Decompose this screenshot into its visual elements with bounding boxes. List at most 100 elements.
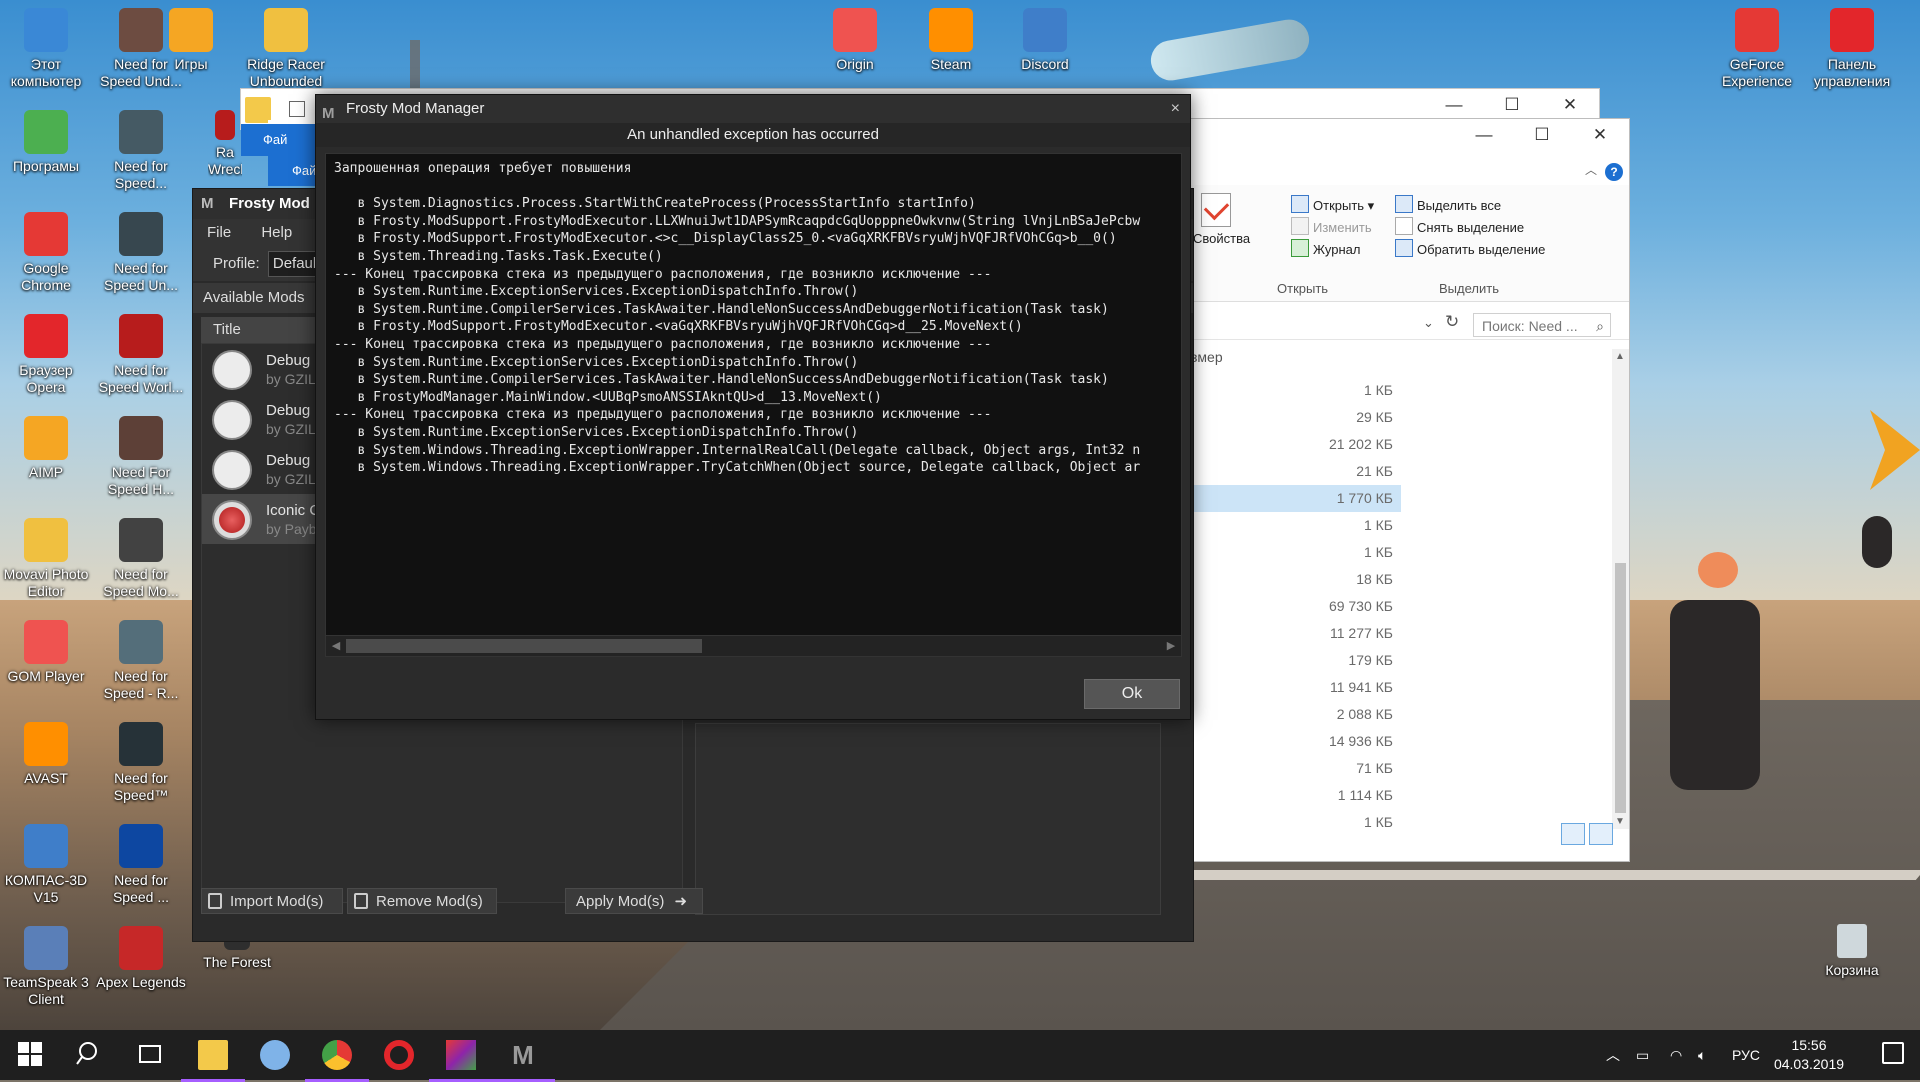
scrollbar-thumb[interactable] (346, 639, 702, 653)
desktop-icon-programs[interactable]: Програмы (0, 110, 92, 175)
close-button[interactable]: ✕ (1541, 89, 1599, 121)
details-view-icon[interactable] (1561, 823, 1585, 845)
file-size-cell[interactable]: 11 277 КБ (1191, 620, 1401, 647)
file-explorer-icon[interactable] (181, 1040, 245, 1082)
select-all-button[interactable]: Выделить все (1395, 195, 1501, 213)
desktop-icon-avast[interactable]: AVAST (0, 722, 92, 787)
desktop-icon-nfs[interactable]: Need for Speed Mo... (95, 518, 187, 600)
desktop-icon-nfs[interactable]: Need for Speed™ (95, 722, 187, 804)
search-icon[interactable] (76, 1040, 106, 1070)
ribbon-collapse-icon[interactable]: ︿ (1585, 161, 1597, 178)
remove-mods-button[interactable]: Remove Mod(s) (347, 888, 497, 914)
paint-icon[interactable] (260, 1040, 290, 1070)
file-size-cell[interactable]: 69 730 КБ (1191, 593, 1401, 620)
task-view-icon[interactable] (136, 1040, 166, 1070)
desktop-icon-opera[interactable]: Браузер Opera (0, 314, 92, 396)
search-input[interactable]: Поиск: Need ... ⌕ (1473, 313, 1611, 337)
desktop-icon-games[interactable]: Игры (145, 8, 237, 73)
close-button[interactable]: ✕ (1571, 119, 1629, 151)
file-size-cell[interactable]: 1 770 КБ (1191, 485, 1401, 512)
desktop-icon-computer[interactable]: Этот компьютер (0, 8, 92, 90)
desktop-icon-kompas[interactable]: КОМПАС-3D V15 (0, 824, 92, 906)
desktop-icon-geforce[interactable]: GeForce Experience (1711, 8, 1803, 90)
invert-selection-button[interactable]: Обратить выделение (1395, 239, 1545, 257)
horizontal-scrollbar[interactable]: ◀ ▶ (325, 635, 1182, 657)
opera-icon[interactable] (384, 1040, 414, 1070)
desktop-icon-nfs[interactable]: Need for Speed Worl... (95, 314, 187, 396)
journal-button[interactable]: Журнал (1291, 239, 1360, 257)
desktop-icon-apex[interactable]: Apex Legends (95, 926, 187, 991)
desktop-icon-steam[interactable]: Steam (905, 8, 997, 73)
frosty-taskbar-icon[interactable]: M (491, 1040, 555, 1082)
exception-dialog[interactable]: M Frosty Mod Manager × An unhandled exce… (315, 94, 1191, 720)
volume-icon[interactable]: 🔈︎ (1698, 1030, 1706, 1080)
file-size-cell[interactable]: 1 КБ (1191, 539, 1401, 566)
desktop-icon-nfs[interactable]: Need for Speed Un... (95, 212, 187, 294)
maximize-button[interactable]: ☐ (1513, 119, 1571, 151)
file-size-cell[interactable]: 179 КБ (1191, 647, 1401, 674)
file-size-cell[interactable]: 1 КБ (1191, 512, 1401, 539)
file-size-cell[interactable]: 21 КБ (1191, 458, 1401, 485)
file-size-cell[interactable]: 14 936 КБ (1191, 728, 1401, 755)
ok-button[interactable]: Ok (1084, 679, 1180, 709)
import-mods-button[interactable]: Import Mod(s) (201, 888, 343, 914)
scroll-up-icon[interactable]: ▲ (1615, 351, 1625, 362)
desktop-icon-nfs[interactable]: Need for Speed ... (95, 824, 187, 906)
file-size-cell[interactable]: 18 КБ (1191, 566, 1401, 593)
file-size-cell[interactable]: 29 КБ (1191, 404, 1401, 431)
file-size-cell[interactable]: 71 КБ (1191, 755, 1401, 782)
help-icon[interactable]: ? (1605, 163, 1623, 181)
file-size-cell[interactable]: 21 202 КБ (1191, 431, 1401, 458)
desktop-icon-nfs[interactable]: Need for Speed - R... (95, 620, 187, 702)
desktop-icon-aimp[interactable]: AIMP (0, 416, 92, 481)
file-size-cell[interactable]: 2 088 КБ (1191, 701, 1401, 728)
tiles-view-icon[interactable] (1589, 823, 1613, 845)
minimize-button[interactable]: — (1455, 119, 1513, 151)
wifi-icon[interactable]: ◠ (1670, 1030, 1682, 1080)
desktop-icon-control-panel[interactable]: Панель управления (1806, 8, 1898, 90)
open-button[interactable]: Открыть ▾ (1291, 195, 1374, 214)
refresh-icon[interactable]: ↻ (1445, 312, 1459, 332)
desktop-icon-movavi[interactable]: Movavi Photo Editor (0, 518, 92, 600)
desktop-icon-nfs[interactable]: Need For Speed H... (95, 416, 187, 498)
scroll-down-icon[interactable]: ▼ (1615, 816, 1625, 827)
file-size-cell[interactable]: 1 КБ (1191, 377, 1401, 404)
scrollbar-thumb[interactable] (1615, 563, 1626, 813)
explorer-file-tab[interactable]: Фай (241, 124, 319, 156)
menu-help[interactable]: Help (261, 224, 292, 241)
desktop-icon-discord[interactable]: Discord (999, 8, 1091, 73)
notification-icon[interactable] (1882, 1042, 1904, 1064)
edit-button[interactable]: Изменить (1291, 217, 1372, 235)
scroll-right-icon[interactable]: ▶ (1163, 638, 1179, 654)
vertical-scrollbar[interactable]: ▲ ▼ (1612, 349, 1629, 829)
desktop-icon-recycle-bin[interactable]: Корзина (1806, 924, 1898, 979)
battery-icon[interactable]: ▭ (1636, 1030, 1649, 1080)
minimize-button[interactable]: — (1425, 89, 1483, 121)
scroll-left-icon[interactable]: ◀ (328, 638, 344, 654)
file-size-cell[interactable]: 1 114 КБ (1191, 782, 1401, 809)
stack-trace-box[interactable]: Запрошенная операция требует повышения в… (325, 153, 1182, 637)
maximize-button[interactable]: ☐ (1483, 89, 1541, 121)
properties-button[interactable]: Свойства (1193, 231, 1250, 246)
windows-start-icon[interactable] (16, 1040, 46, 1070)
file-size-cell[interactable]: 11 941 КБ (1191, 674, 1401, 701)
close-icon[interactable]: × (1171, 95, 1180, 123)
size-column-header[interactable]: змер (1191, 349, 1401, 371)
apply-mods-button[interactable]: Apply Mod(s) ➜ (565, 888, 703, 914)
explorer-window[interactable]: — ☐ ✕ ︿ ? Свойства ▾ ▾ Открыть ▾ Изменит… (1150, 118, 1630, 862)
stack-trace-text[interactable]: Запрошенная операция требует повышения в… (326, 154, 1181, 483)
desktop-icon-teamspeak[interactable]: TeamSpeak 3 Client (0, 926, 92, 1008)
deselect-button[interactable]: Снять выделение (1395, 217, 1524, 235)
file-size-cell[interactable]: 1 КБ (1191, 809, 1401, 836)
clock[interactable]: 15:56 04.03.2019 (1764, 1036, 1854, 1074)
chrome-icon[interactable] (305, 1040, 369, 1082)
desktop-icon-gom[interactable]: GOM Player (0, 620, 92, 685)
winrar-icon[interactable] (429, 1040, 493, 1082)
tray-overflow-icon[interactable]: ︿ (1606, 1030, 1620, 1080)
desktop-icon-origin[interactable]: Origin (809, 8, 901, 73)
explorer-file-tab-2[interactable]: Фай (268, 156, 318, 186)
desktop-icon-partial[interactable]: Ra Wreck (208, 110, 242, 178)
language-indicator[interactable]: РУС (1732, 1030, 1760, 1080)
chevron-down-icon[interactable]: ⌄ (1423, 315, 1434, 331)
desktop-icon-nfs[interactable]: Need for Speed... (95, 110, 187, 192)
